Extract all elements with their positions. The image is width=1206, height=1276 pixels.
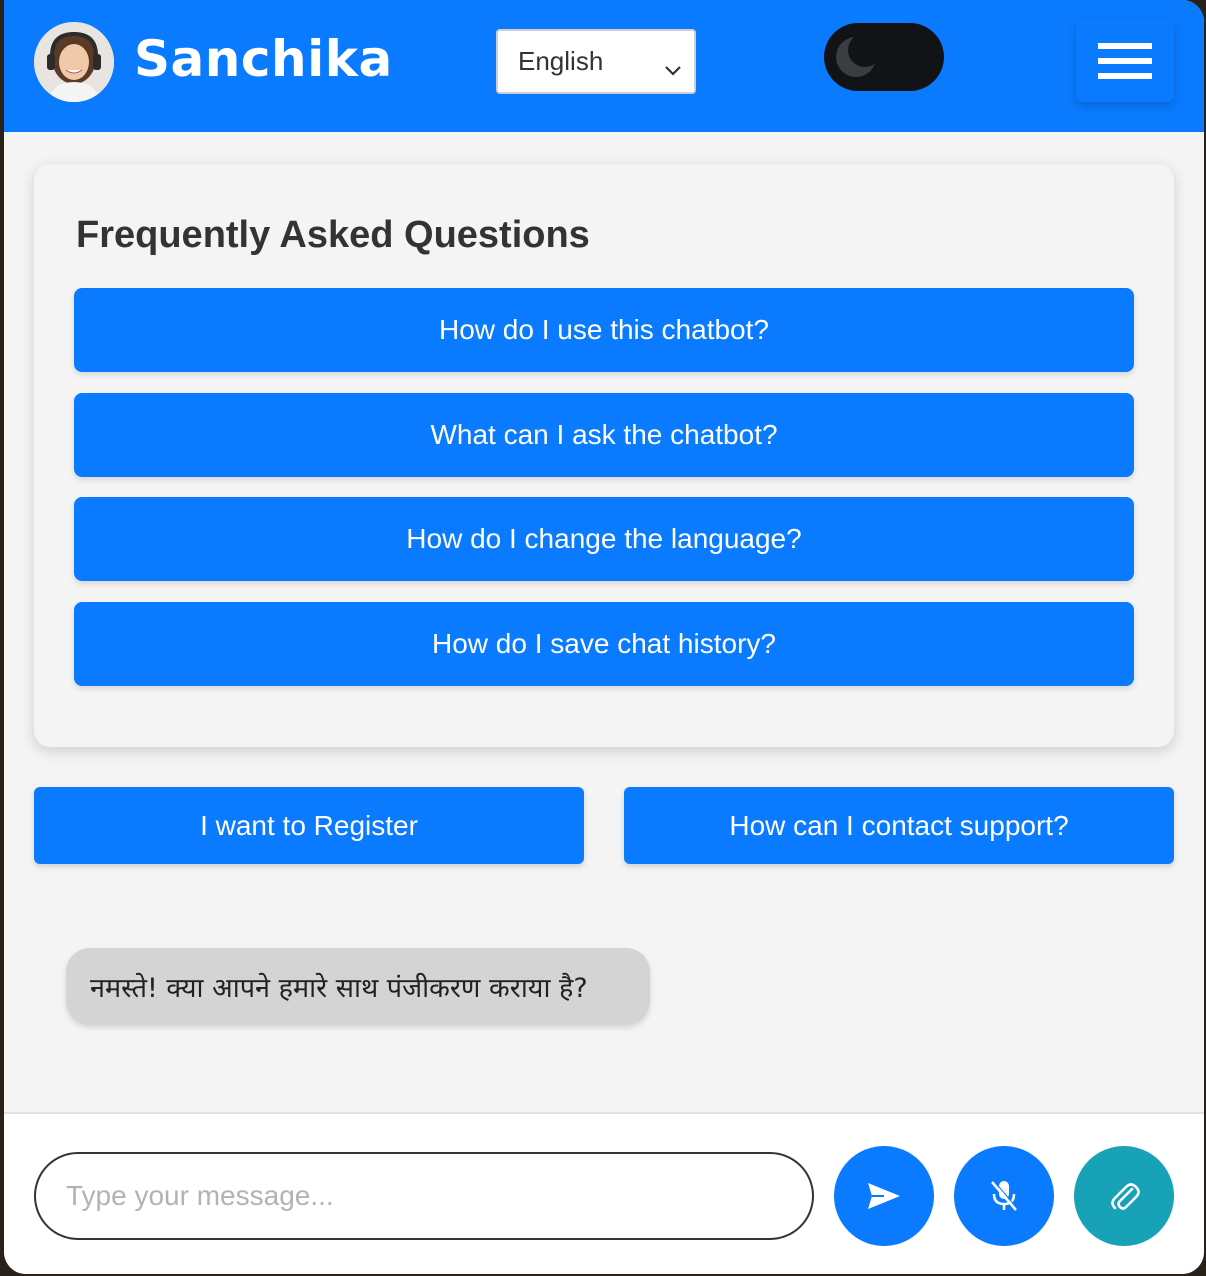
message-composer [4,1112,1204,1274]
contact-support-button[interactable]: How can I contact support? [624,787,1174,864]
hamburger-icon [1098,43,1152,79]
faq-title: Frequently Asked Questions [76,214,590,256]
brand-name: Sanchika [134,30,393,88]
language-select[interactable]: English [496,29,696,94]
message-input[interactable] [34,1152,814,1240]
chatbot-app: Sanchika English Frequently Asked Questi… [4,0,1204,1274]
send-icon [868,1183,900,1209]
faq-question-button[interactable]: How do I use this chatbot? [74,288,1134,372]
paperclip-icon [1111,1183,1140,1210]
faq-question-button[interactable]: What can I ask the chatbot? [74,393,1134,477]
mic-off-icon [991,1180,1018,1211]
dark-mode-toggle[interactable] [824,23,944,91]
menu-button[interactable] [1076,20,1174,102]
avatar-image [34,22,114,102]
language-select-value: English [518,46,604,76]
faq-question-button[interactable]: How do I change the language? [74,497,1134,581]
mic-button[interactable] [954,1146,1054,1246]
send-button[interactable] [834,1146,934,1246]
avatar [34,22,114,102]
app-header: Sanchika English [4,0,1204,132]
chevron-down-icon [664,53,682,84]
moon-icon [834,33,882,84]
attach-button[interactable] [1074,1146,1174,1246]
faq-card: Frequently Asked Questions How do I use … [34,164,1174,747]
faq-question-button[interactable]: How do I save chat history? [74,602,1134,686]
register-button[interactable]: I want to Register [34,787,584,864]
bot-message: नमस्ते! क्या आपने हमारे साथ पंजीकरण कराय… [66,948,650,1025]
